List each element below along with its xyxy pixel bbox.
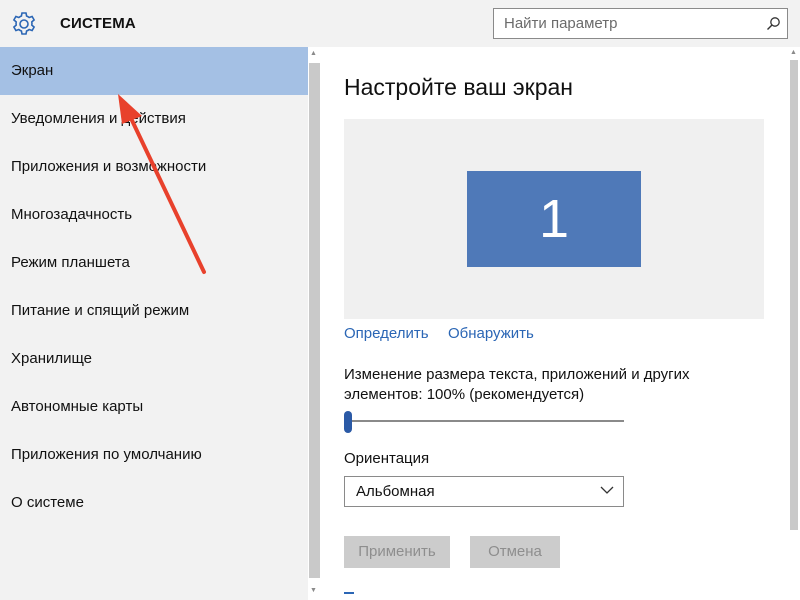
scale-slider-track[interactable] <box>347 420 624 422</box>
gear-icon <box>12 12 36 35</box>
sidebar: Экран Уведомления и действия Приложения … <box>0 47 308 600</box>
scroll-down-arrow-icon[interactable]: ▼ <box>310 587 317 594</box>
orientation-value: Альбомная <box>356 483 435 500</box>
chevron-down-icon <box>600 486 614 494</box>
detect-link[interactable]: Обнаружить <box>448 325 534 342</box>
sidebar-item-notifications[interactable]: Уведомления и действия <box>0 95 308 143</box>
sidebar-item-tablet-mode[interactable]: Режим планшета <box>0 239 308 287</box>
scroll-up-arrow-icon[interactable]: ▲ <box>310 50 317 57</box>
page-title: Настройте ваш экран <box>344 74 574 100</box>
monitor-tile[interactable]: 1 <box>467 171 641 267</box>
search-box[interactable] <box>493 8 788 39</box>
search-input[interactable] <box>494 9 764 38</box>
app-title: СИСТЕМА <box>60 15 136 32</box>
main-scroll-up-arrow-icon[interactable]: ▲ <box>790 49 797 56</box>
scale-label: Изменение размера текста, приложений и д… <box>344 366 690 403</box>
apply-button[interactable]: Применить <box>344 536 450 568</box>
orientation-label: Ориентация <box>344 450 430 467</box>
sidebar-item-power-sleep[interactable]: Питание и спящий режим <box>0 287 308 335</box>
sidebar-scrollbar-thumb[interactable] <box>309 63 320 578</box>
sidebar-item-apps-features[interactable]: Приложения и возможности <box>0 143 308 191</box>
orientation-dropdown[interactable]: Альбомная <box>344 476 624 507</box>
sidebar-item-default-apps[interactable]: Приложения по умолчанию <box>0 431 308 479</box>
identify-link[interactable]: Определить <box>344 325 429 342</box>
scale-slider-thumb[interactable] <box>344 411 352 433</box>
search-icon[interactable] <box>766 16 781 31</box>
sidebar-item-offline-maps[interactable]: Автономные карты <box>0 383 308 431</box>
sidebar-item-storage[interactable]: Хранилище <box>0 335 308 383</box>
header: СИСТЕМА <box>0 0 800 47</box>
advanced-link-partial[interactable] <box>344 592 354 594</box>
cancel-button[interactable]: Отмена <box>470 536 560 568</box>
sidebar-item-about[interactable]: О системе <box>0 479 308 527</box>
sidebar-item-multitasking[interactable]: Многозадачность <box>0 191 308 239</box>
sidebar-item-display[interactable]: Экран <box>0 47 308 95</box>
main-scrollbar-thumb[interactable] <box>790 60 798 530</box>
